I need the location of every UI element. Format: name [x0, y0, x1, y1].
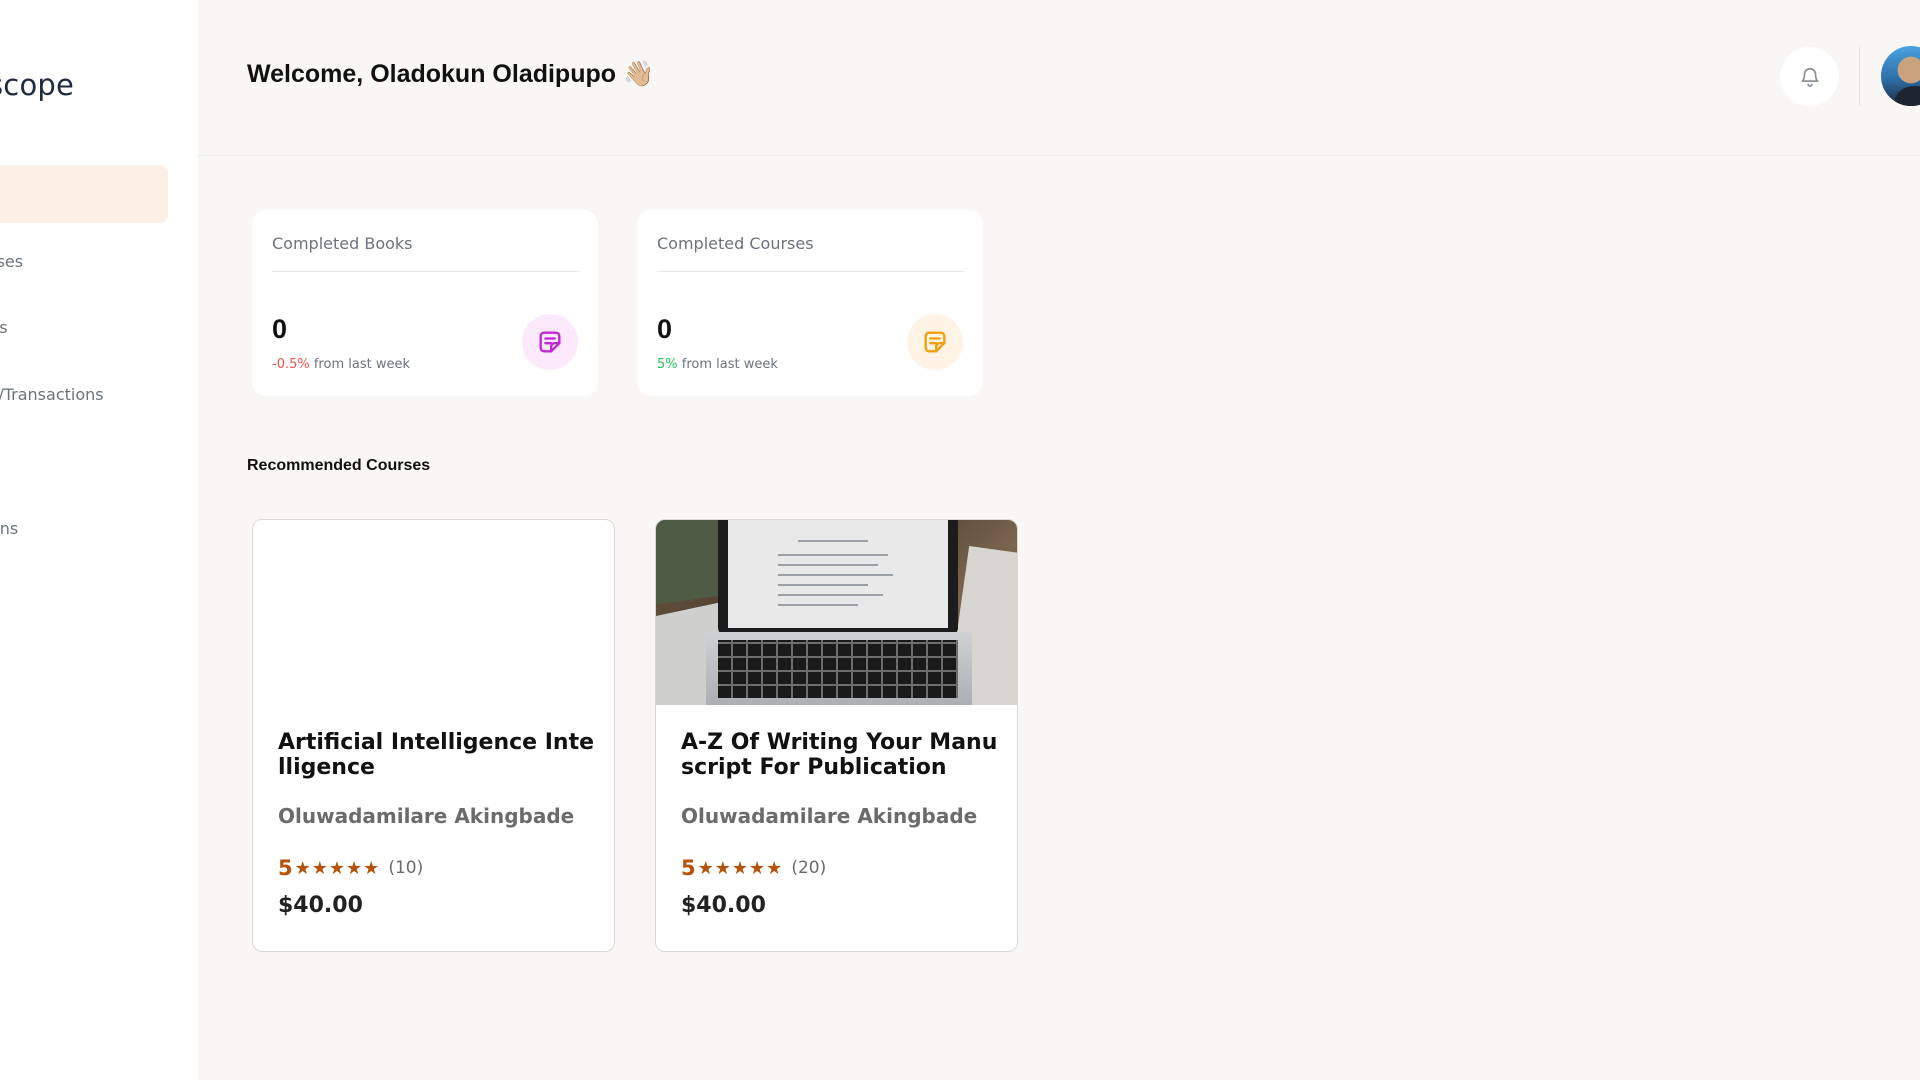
wave-emoji: 👋🏼	[622, 60, 655, 88]
rating-value: 5	[681, 856, 696, 880]
stat-delta: -0.5% from last week	[272, 357, 410, 372]
page-title: Welcome, Oladokun Oladipupo 👋🏼	[247, 60, 654, 89]
header-divider	[1859, 47, 1860, 106]
doc-line	[778, 604, 858, 606]
rating-count: (20)	[791, 858, 827, 878]
stat-icon-badge	[907, 314, 963, 370]
course-thumbnail	[253, 520, 614, 705]
stat-delta-value: 5%	[657, 357, 678, 372]
stat-icon-badge	[522, 314, 578, 370]
stat-value: 0	[272, 314, 288, 344]
course-author: Oluwadamilare Akingbade	[278, 804, 575, 828]
course-thumbnail	[656, 520, 1017, 705]
course-price: $40.00	[278, 893, 363, 918]
doc-line	[778, 564, 878, 566]
doc-line	[778, 584, 868, 586]
sidebar-item-courses[interactable]: rses	[0, 232, 168, 290]
stat-delta: 5% from last week	[657, 357, 778, 372]
course-card[interactable]: Artificial Intelligence Intelligence Olu…	[252, 519, 615, 952]
rating-value: 5	[278, 856, 293, 880]
welcome-text: Welcome, Oladokun Oladipupo	[247, 60, 617, 88]
sidebar-item-subscriptions[interactable]: ons	[0, 499, 168, 557]
stat-delta-suffix: from last week	[309, 357, 410, 372]
stat-card-completed-books: Completed Books 0 -0.5% from last week	[252, 210, 598, 396]
course-card[interactable]: A-Z Of Writing Your Manuscript For Publi…	[655, 519, 1018, 952]
star-icon: ★★★★★	[697, 857, 784, 879]
stat-divider	[272, 271, 580, 272]
stat-card-completed-courses: Completed Courses 0 5% from last week	[637, 210, 983, 396]
sidebar-item-books[interactable]: ks	[0, 298, 168, 356]
doc-line	[798, 540, 868, 542]
sidebar: scope d rses ks s/Transactions ons	[0, 0, 198, 1080]
stat-divider	[657, 271, 965, 272]
sidebar-item-dashboard[interactable]: d	[0, 165, 168, 223]
stat-value: 0	[657, 314, 673, 344]
bell-icon	[1800, 67, 1819, 87]
app-logo[interactable]: scope	[0, 68, 74, 102]
sidebar-item-transactions[interactable]: s/Transactions	[0, 365, 168, 423]
laptop-keyboard	[718, 640, 958, 698]
stat-delta-suffix: from last week	[677, 357, 778, 372]
note-icon	[924, 331, 946, 353]
course-title[interactable]: A-Z Of Writing Your Manuscript For Publi…	[681, 730, 1001, 780]
course-rating: 5 ★★★★★ (20)	[681, 856, 826, 880]
course-rating: 5 ★★★★★ (10)	[278, 856, 423, 880]
notifications-button[interactable]	[1780, 47, 1839, 106]
avatar[interactable]	[1881, 46, 1920, 106]
top-header: Welcome, Oladokun Oladipupo 👋🏼	[198, 0, 1920, 156]
stat-title: Completed Books	[272, 234, 413, 253]
laptop-screen	[728, 520, 948, 628]
stat-title: Completed Courses	[657, 234, 814, 253]
doc-line	[778, 554, 888, 556]
course-title[interactable]: Artificial Intelligence Intelligence	[278, 730, 598, 780]
stat-delta-value: -0.5%	[272, 357, 310, 372]
doc-line	[778, 574, 893, 576]
note-icon	[539, 331, 561, 353]
course-price: $40.00	[681, 893, 766, 918]
rating-count: (10)	[388, 858, 424, 878]
star-icon: ★★★★★	[294, 857, 381, 879]
doc-line	[778, 594, 883, 596]
section-title-recommended: Recommended Courses	[247, 457, 431, 474]
course-author: Oluwadamilare Akingbade	[681, 804, 978, 828]
